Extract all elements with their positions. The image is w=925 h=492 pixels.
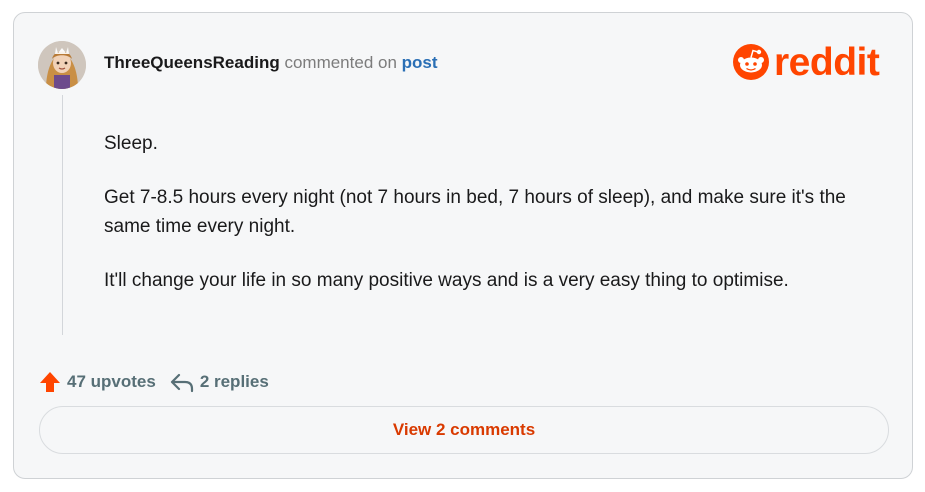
thread-line [62, 95, 63, 335]
reddit-wordmark: reddit [774, 40, 880, 84]
upvotes-count: 47 upvotes [67, 372, 156, 391]
comment-header: ThreeQueensReading commented on post [104, 53, 438, 73]
view-comments-button[interactable]: View 2 comments [39, 406, 889, 454]
reddit-logo[interactable]: reddit [732, 40, 892, 84]
comment-card: ThreeQueensReading commented on post red… [13, 12, 913, 479]
comment-paragraph: It'll change your life in so many positi… [104, 270, 789, 291]
replies-count: 2 replies [199, 372, 269, 391]
user-avatar[interactable] [38, 41, 86, 89]
comment-body: Sleep. Get 7-8.5 hours every night (not … [104, 129, 884, 320]
reddit-snoo-icon [733, 44, 769, 80]
comment-footer: 47 upvotes 2 replies [39, 371, 283, 393]
comment-paragraph: Sleep. [104, 133, 158, 154]
post-link[interactable]: post [402, 53, 438, 72]
replies-stat[interactable]: 2 replies [170, 371, 269, 393]
comment-paragraph: Get 7-8.5 hours every night (not 7 hours… [104, 187, 846, 237]
upvote-stat[interactable]: 47 upvotes [39, 371, 156, 393]
upvote-arrow-icon[interactable] [39, 371, 61, 393]
username[interactable]: ThreeQueensReading [104, 53, 280, 72]
reply-arrow-icon[interactable] [170, 371, 194, 393]
comment-action-text: commented on [284, 53, 397, 72]
